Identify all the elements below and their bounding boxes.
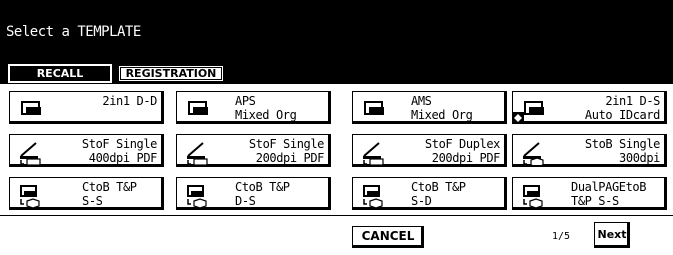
- template-button-10[interactable]: CtoB T&P D-S: [176, 177, 331, 210]
- copy-icon: [18, 98, 44, 120]
- template-button-11[interactable]: CtoB T&P S-D: [352, 177, 507, 210]
- copy-to-box-icon: [521, 184, 547, 209]
- template-button-6[interactable]: StoF Single 200dpi PDF: [176, 134, 331, 167]
- header-bar: Select a TEMPLATE RECALL REGISTRATION: [0, 0, 673, 84]
- cancel-button[interactable]: CANCEL: [352, 226, 424, 248]
- template-button-9[interactable]: CtoB T&P S-S: [9, 177, 164, 210]
- scan-to-file-icon: [361, 141, 387, 166]
- template-label: CtoB T&P S-D: [411, 180, 466, 208]
- template-button-1[interactable]: 2in1 D-D: [9, 91, 164, 124]
- template-label: StoF Single 400dpi PDF: [81, 137, 157, 165]
- copy-icon: [361, 98, 387, 120]
- template-select-screen: Select a TEMPLATE RECALL REGISTRATION 2i…: [0, 0, 673, 255]
- template-label: 2in1 D-D: [102, 94, 157, 108]
- template-button-2[interactable]: APS Mixed Org: [176, 91, 331, 124]
- template-label: 2in1 D-S Auto IDcard: [584, 94, 660, 122]
- template-label: StoF Single 200dpi PDF: [248, 137, 324, 165]
- copy-to-box-icon: [185, 184, 211, 209]
- template-label: StoB Single 300dpi: [584, 137, 660, 165]
- template-label: CtoB T&P S-S: [82, 180, 137, 208]
- copy-icon: [521, 98, 547, 120]
- page-indicator: 1/5: [552, 231, 571, 242]
- tab-registration[interactable]: REGISTRATION: [117, 64, 225, 83]
- scan-to-file-icon: [18, 141, 44, 166]
- footer-divider: [0, 215, 673, 216]
- tab-recall[interactable]: RECALL: [7, 63, 113, 84]
- page-title: Select a TEMPLATE: [6, 24, 141, 40]
- id-card-badge-icon: [512, 112, 524, 124]
- template-label: DualPAGEtoB T&P S-S: [571, 180, 647, 208]
- template-label: StoF Duplex 200dpi PDF: [424, 137, 500, 165]
- scan-to-file-icon: [185, 141, 211, 166]
- template-button-7[interactable]: StoF Duplex 200dpi PDF: [352, 134, 507, 167]
- template-label: CtoB T&P D-S: [235, 180, 290, 208]
- template-button-12[interactable]: DualPAGEtoB T&P S-S: [512, 177, 667, 210]
- copy-to-box-icon: [361, 184, 387, 209]
- template-button-5[interactable]: StoF Single 400dpi PDF: [9, 134, 164, 167]
- template-button-3[interactable]: AMS Mixed Org: [352, 91, 507, 124]
- template-label: AMS Mixed Org: [411, 94, 473, 122]
- copy-icon: [185, 98, 211, 120]
- template-button-4[interactable]: 2in1 D-S Auto IDcard: [512, 91, 667, 124]
- next-page-button[interactable]: Next: [594, 222, 630, 248]
- scan-to-box-icon: [521, 141, 547, 168]
- template-label: APS Mixed Org: [235, 94, 297, 122]
- template-button-8[interactable]: StoB Single 300dpi: [512, 134, 667, 168]
- copy-to-box-icon: [18, 184, 44, 209]
